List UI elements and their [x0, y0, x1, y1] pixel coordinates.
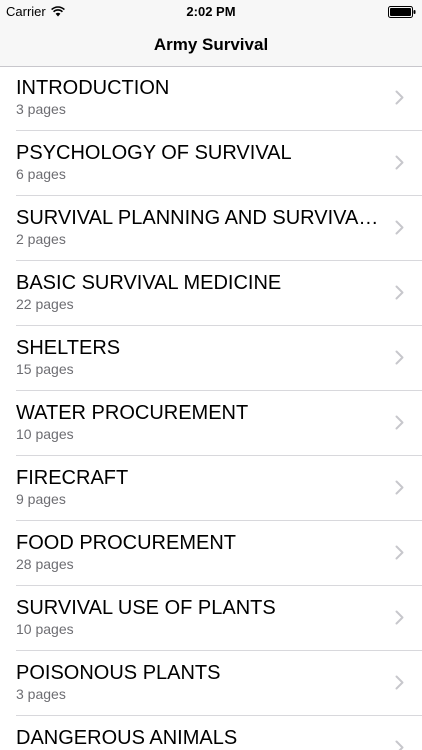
chapter-title: DANGEROUS ANIMALS — [16, 727, 238, 749]
battery-icon — [388, 6, 416, 18]
chapter-row[interactable]: INTRODUCTION 3 pages — [0, 66, 422, 131]
page-title: Army Survival — [153, 35, 269, 54]
chapter-page-count: 3 pages — [16, 686, 66, 702]
chapter-title: FIRECRAFT — [16, 467, 129, 489]
chevron-right-icon — [395, 220, 404, 235]
chapter-row[interactable]: FIRECRAFT 9 pages — [0, 456, 422, 521]
chapter-row[interactable]: SHELTERS 15 pages — [0, 326, 422, 391]
chevron-right-icon — [395, 415, 404, 430]
chapter-title: PSYCHOLOGY OF SURVIVAL — [16, 142, 292, 164]
chapter-title: SURVIVAL PLANNING AND SURVIVAL... — [16, 207, 380, 229]
chapter-page-count: 2 pages — [16, 231, 66, 247]
chevron-right-icon — [395, 675, 404, 690]
chapter-row[interactable]: POISONOUS PLANTS 3 pages — [0, 651, 422, 716]
chapter-page-count: 10 pages — [16, 621, 74, 637]
chapter-row[interactable]: FOOD PROCUREMENT 28 pages — [0, 521, 422, 586]
navigation-bar: Army Survival — [0, 24, 422, 67]
chevron-right-icon — [395, 285, 404, 300]
chevron-right-icon — [395, 545, 404, 560]
chapter-title: POISONOUS PLANTS — [16, 662, 221, 684]
chapter-row[interactable]: SURVIVAL PLANNING AND SURVIVAL... 2 pages — [0, 196, 422, 261]
chevron-right-icon — [395, 350, 404, 365]
chapter-page-count: 10 pages — [16, 426, 74, 442]
chapter-page-count: 6 pages — [16, 166, 66, 182]
chevron-right-icon — [395, 740, 404, 750]
chapter-page-count: 15 pages — [16, 361, 74, 377]
chapter-title: SHELTERS — [16, 337, 121, 359]
chapter-row[interactable]: SURVIVAL USE OF PLANTS 10 pages — [0, 586, 422, 651]
status-time: 2:02 PM — [186, 4, 236, 19]
chevron-right-icon — [395, 610, 404, 625]
chapter-row[interactable]: PSYCHOLOGY OF SURVIVAL 6 pages — [0, 131, 422, 196]
chapter-page-count: 22 pages — [16, 296, 74, 312]
chevron-right-icon — [395, 155, 404, 170]
chapter-row[interactable]: BASIC SURVIVAL MEDICINE 22 pages — [0, 261, 422, 326]
chapter-title: BASIC SURVIVAL MEDICINE — [16, 272, 282, 294]
chapter-title: FOOD PROCUREMENT — [16, 532, 236, 554]
chevron-right-icon — [395, 480, 404, 495]
chapter-list[interactable]: INTRODUCTION 3 pages PSYCHOLOGY OF SURVIVA… — [0, 66, 422, 750]
chapter-title: WATER PROCUREMENT — [16, 402, 249, 424]
chapter-row[interactable]: WATER PROCUREMENT 10 pages — [0, 391, 422, 456]
chapter-title: SURVIVAL USE OF PLANTS — [16, 597, 276, 619]
chevron-right-icon — [395, 90, 404, 105]
chapter-page-count: 9 pages — [16, 491, 66, 507]
chapter-title: INTRODUCTION — [16, 77, 170, 99]
chapter-page-count: 3 pages — [16, 101, 66, 117]
status-bar: Carrier 2:02 PM — [0, 0, 422, 24]
chapter-row[interactable]: DANGEROUS ANIMALS — [0, 716, 422, 750]
chapter-page-count: 28 pages — [16, 556, 74, 572]
